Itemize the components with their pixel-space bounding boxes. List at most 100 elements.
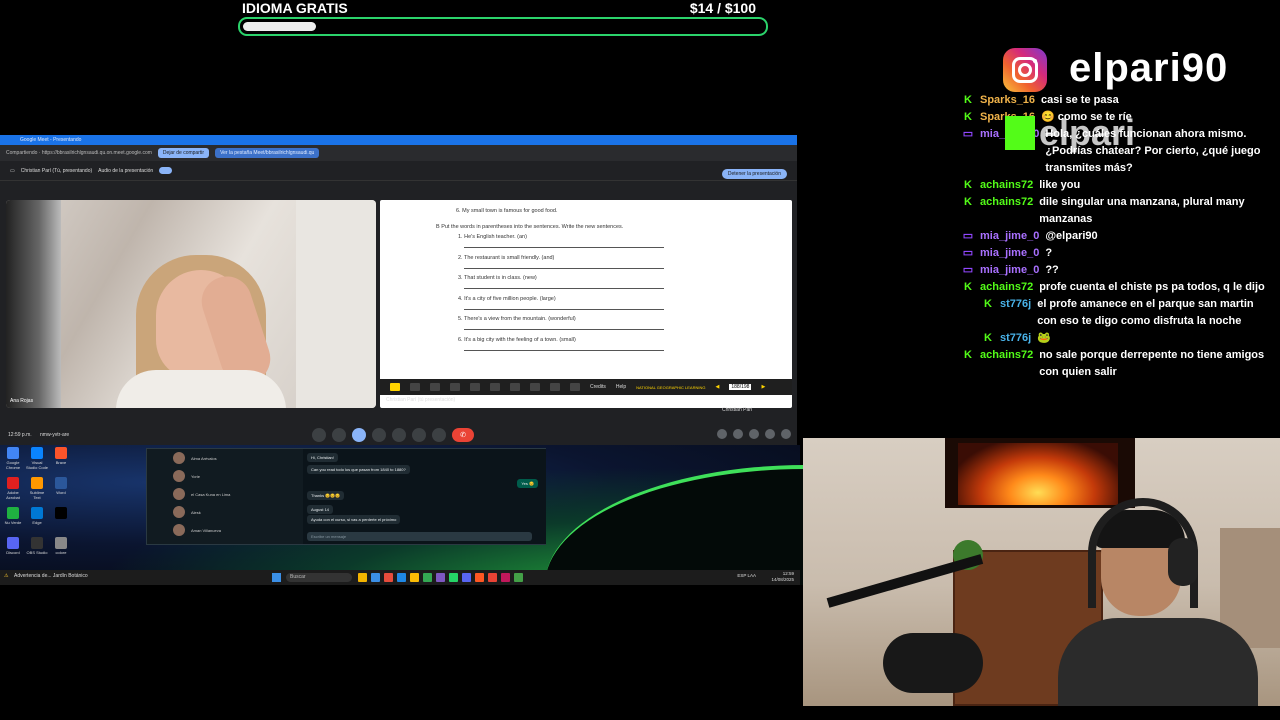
chat-username[interactable]: st776j [1000,330,1031,347]
chat-username[interactable]: Sparks_16 [980,92,1035,109]
desktop-icon[interactable]: Google Chrome [2,447,24,471]
whatsapp-contact[interactable]: Alma Arévalos [147,449,302,467]
answer-line[interactable] [464,349,664,351]
answer-line[interactable] [464,247,664,248]
next-page-icon[interactable]: ▶ [761,384,765,390]
desktop-icon[interactable]: Discord [2,537,24,561]
chat-username[interactable]: achains72 [980,177,1033,194]
taskbar-clock[interactable]: 12:59 14/08/2025 [771,571,794,583]
people-icon[interactable] [733,429,743,439]
raise-hand-button[interactable] [412,428,426,442]
desktop-icon[interactable]: Sublime Text [26,477,48,501]
mic-button[interactable] [312,428,326,442]
chat-username[interactable]: mia_jime_0 [980,245,1039,262]
answer-line[interactable] [464,288,664,289]
marker-icon[interactable] [510,383,520,391]
chat-text: no sale porque derrepente no tiene amigo… [1039,349,1265,378]
microphone [883,633,983,693]
note-icon[interactable] [410,383,420,391]
camera-button[interactable] [332,428,346,442]
edge-icon[interactable] [371,573,380,582]
folder-icon[interactable] [358,573,367,582]
chat-username[interactable]: mia_jime_0 [980,228,1039,245]
desktop-icon[interactable]: OBS Studio [26,537,48,561]
app4-icon[interactable] [514,573,523,582]
chat-icon[interactable] [749,429,759,439]
chat-message: Kachains72 dile singular una manzana, plu… [960,194,1276,228]
teams-icon[interactable] [436,573,445,582]
pointer-icon[interactable] [530,383,540,391]
chat-username[interactable]: mia_jime_0 [980,262,1039,279]
chat-text: @elpari90 [1045,230,1098,242]
whatsapp-contact[interactable]: Yorie [147,467,302,485]
view-tab-button[interactable]: Ver la pestaña Meet/bbrasilrichlgnsaudi.… [215,148,320,158]
language-indicator[interactable]: ESP LAA [737,573,756,578]
menu-icon[interactable] [390,383,400,391]
kick-badge-icon: K [984,298,992,310]
answer-line[interactable] [464,308,664,310]
activities-icon[interactable] [765,429,775,439]
desktop-icon[interactable]: colore [50,537,72,561]
desktop-icon[interactable]: Visual Studio Code [26,447,48,471]
store-icon[interactable] [397,573,406,582]
desktop-icon[interactable]: Edge [26,507,48,531]
prev-page-icon[interactable]: ◀ [716,384,720,390]
explorer-icon[interactable] [410,573,419,582]
bookmark-icon[interactable] [450,383,460,391]
chat-text: profe cuenta el chiste ps pa todos, q le… [1039,281,1265,293]
info-icon[interactable] [717,429,727,439]
desktop-icon[interactable] [50,507,72,531]
answer-line[interactable] [464,329,664,330]
page-icon[interactable] [550,383,560,391]
whatsapp-input[interactable]: Escribe un mensaje [307,532,532,541]
chat-username[interactable]: st776j [1000,296,1031,330]
desktop-icon-label: Nu Verde [4,520,22,525]
taskbar-search[interactable]: Buscar [286,573,352,582]
chrome-icon[interactable] [423,573,432,582]
pen-icon[interactable] [490,383,500,391]
audio-toggle[interactable] [159,167,173,174]
whatsapp-contact[interactable]: Alesk [147,503,302,521]
answer-line[interactable] [464,267,664,269]
leave-call-button[interactable]: ✆ [452,428,474,442]
more-options-button[interactable] [432,428,446,442]
whatsapp-contact[interactable]: Aman Villanueva [147,521,302,539]
discord-icon[interactable] [462,573,471,582]
present-button[interactable] [352,428,366,442]
emoji-button[interactable] [372,428,386,442]
desktop-icon-label: OBS Studio [26,550,48,555]
warning-icon[interactable]: ⚠ [4,573,8,579]
captions-button[interactable] [392,428,406,442]
doc-top-line: 6. My small town is famous for good food… [456,208,558,214]
eraser-icon[interactable] [470,383,480,391]
clock-date: 14/08/2025 [771,577,794,582]
desktop-icon[interactable]: Word [50,477,72,501]
whatsapp-icon[interactable] [449,573,458,582]
warning-text[interactable]: Advertencia de... Jardín Botánico [14,573,88,579]
help-button[interactable]: Help [616,384,626,390]
exercise-item: 1. He's English teacher. (an) [458,234,527,240]
stop-presentation-button[interactable]: Detener la presentación [721,169,787,179]
avatar [173,506,185,518]
desktop-icon[interactable]: Nu Verde [2,507,24,531]
app3-icon[interactable] [501,573,510,582]
highlight-icon[interactable] [430,383,440,391]
timer-icon[interactable] [570,383,580,391]
meet-controls-bar: 12:59 p.m. nmw-yvtr-are ✆ [0,425,797,445]
stop-sharing-button[interactable]: Dejar de compartir [157,148,210,158]
kick-badge-icon: K [964,349,972,361]
page-number[interactable]: 188/198 [729,384,752,390]
app-icon[interactable] [384,573,393,582]
chat-username[interactable]: achains72 [980,194,1033,228]
desktop-icon[interactable]: Brave [50,447,72,471]
whatsapp-contact[interactable]: el Casa Kuna en Lima [147,485,302,503]
youtube-icon[interactable] [488,573,497,582]
desktop-icon[interactable]: Adobe Acrobat [2,477,24,501]
chat-username[interactable]: achains72 [980,279,1033,296]
chat-username[interactable]: achains72 [980,347,1033,381]
windows-start-icon[interactable] [272,573,281,582]
credits-button[interactable]: Credits [590,384,606,390]
chat-text: like you [1039,179,1081,191]
lock-icon[interactable] [781,429,791,439]
app2-icon[interactable] [475,573,484,582]
